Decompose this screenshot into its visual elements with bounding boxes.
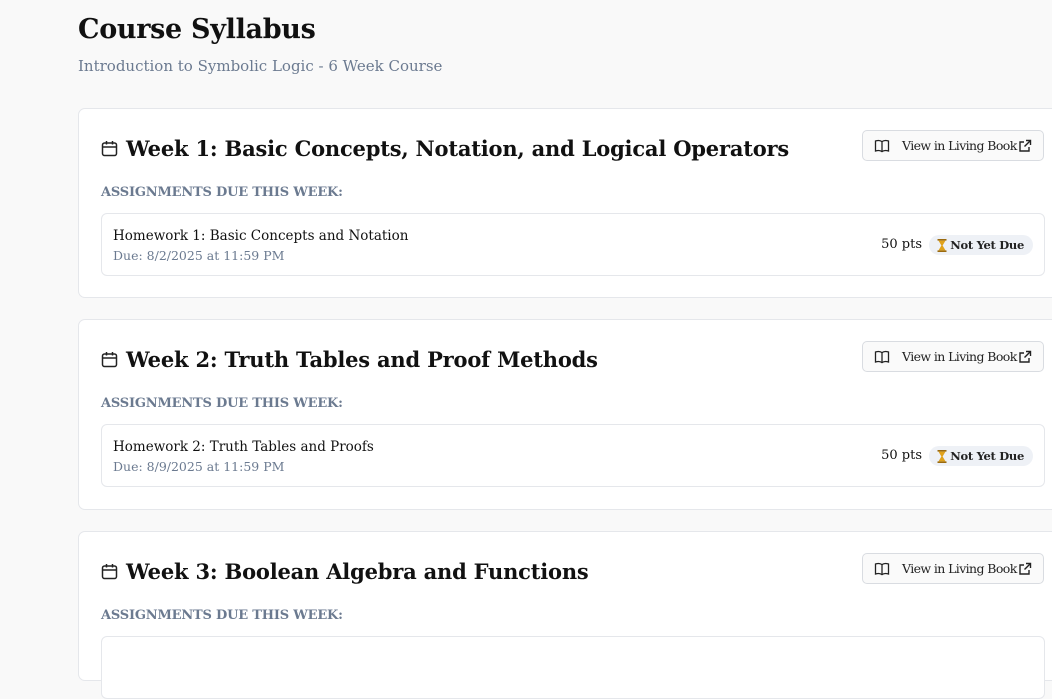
week-header: Week 3: Boolean Algebra and Functions (101, 556, 589, 586)
view-living-book-button[interactable]: View in Living Book (862, 341, 1044, 372)
calendar-icon (101, 351, 118, 368)
book-open-icon (874, 349, 890, 365)
assignment-name: Homework 2: Truth Tables and Proofs (113, 439, 374, 455)
week-header: Week 1: Basic Concepts, Notation, and Lo… (101, 133, 789, 163)
calendar-icon (101, 563, 118, 580)
page-subtitle: Introduction to Symbolic Logic - 6 Week … (78, 57, 443, 75)
page-title: Course Syllabus (78, 14, 316, 45)
view-living-book-button[interactable]: View in Living Book (862, 553, 1044, 584)
calendar-icon (101, 140, 118, 157)
external-link-icon (1018, 139, 1032, 153)
book-open-icon (874, 138, 890, 154)
syllabus-page: Course Syllabus Introduction to Symbolic… (78, 0, 1052, 699)
assignment-due-date: Due: 8/9/2025 at 11:59 PM (113, 459, 285, 474)
assignments-section-label: ASSIGNMENTS DUE THIS WEEK: (101, 608, 343, 623)
assignment-points: 50 pts (881, 448, 922, 463)
assignment-row[interactable]: Homework 1: Basic Concepts and Notation … (101, 213, 1045, 276)
view-living-book-label: View in Living Book (902, 138, 1017, 153)
week-card-1: Week 1: Basic Concepts, Notation, and Lo… (78, 108, 1052, 298)
hourglass-icon (937, 238, 947, 252)
view-living-book-button[interactable]: View in Living Book (862, 130, 1044, 161)
assignment-row[interactable] (101, 636, 1045, 699)
status-badge: Not Yet Due (929, 446, 1033, 466)
assignments-section-label: ASSIGNMENTS DUE THIS WEEK: (101, 185, 343, 200)
assignment-row[interactable]: Homework 2: Truth Tables and Proofs Due:… (101, 424, 1045, 487)
week-title: Week 1: Basic Concepts, Notation, and Lo… (126, 135, 790, 161)
view-living-book-label: View in Living Book (902, 561, 1017, 576)
assignment-points: 50 pts (881, 237, 922, 252)
week-card-3: Week 3: Boolean Algebra and Functions Vi… (78, 531, 1052, 699)
assignment-due-date: Due: 8/2/2025 at 11:59 PM (113, 248, 285, 263)
assignment-name: Homework 1: Basic Concepts and Notation (113, 228, 409, 244)
book-open-icon (874, 561, 890, 577)
week-header: Week 2: Truth Tables and Proof Methods (101, 344, 598, 374)
week-title: Week 2: Truth Tables and Proof Methods (126, 346, 598, 372)
status-label: Not Yet Due (950, 449, 1024, 463)
status-badge: Not Yet Due (929, 235, 1033, 255)
view-living-book-label: View in Living Book (902, 349, 1017, 364)
hourglass-icon (937, 449, 947, 463)
external-link-icon (1018, 562, 1032, 576)
week-card-2: Week 2: Truth Tables and Proof Methods V… (78, 319, 1052, 510)
external-link-icon (1018, 350, 1032, 364)
week-title: Week 3: Boolean Algebra and Functions (126, 558, 589, 584)
status-label: Not Yet Due (950, 238, 1024, 252)
assignments-section-label: ASSIGNMENTS DUE THIS WEEK: (101, 396, 343, 411)
